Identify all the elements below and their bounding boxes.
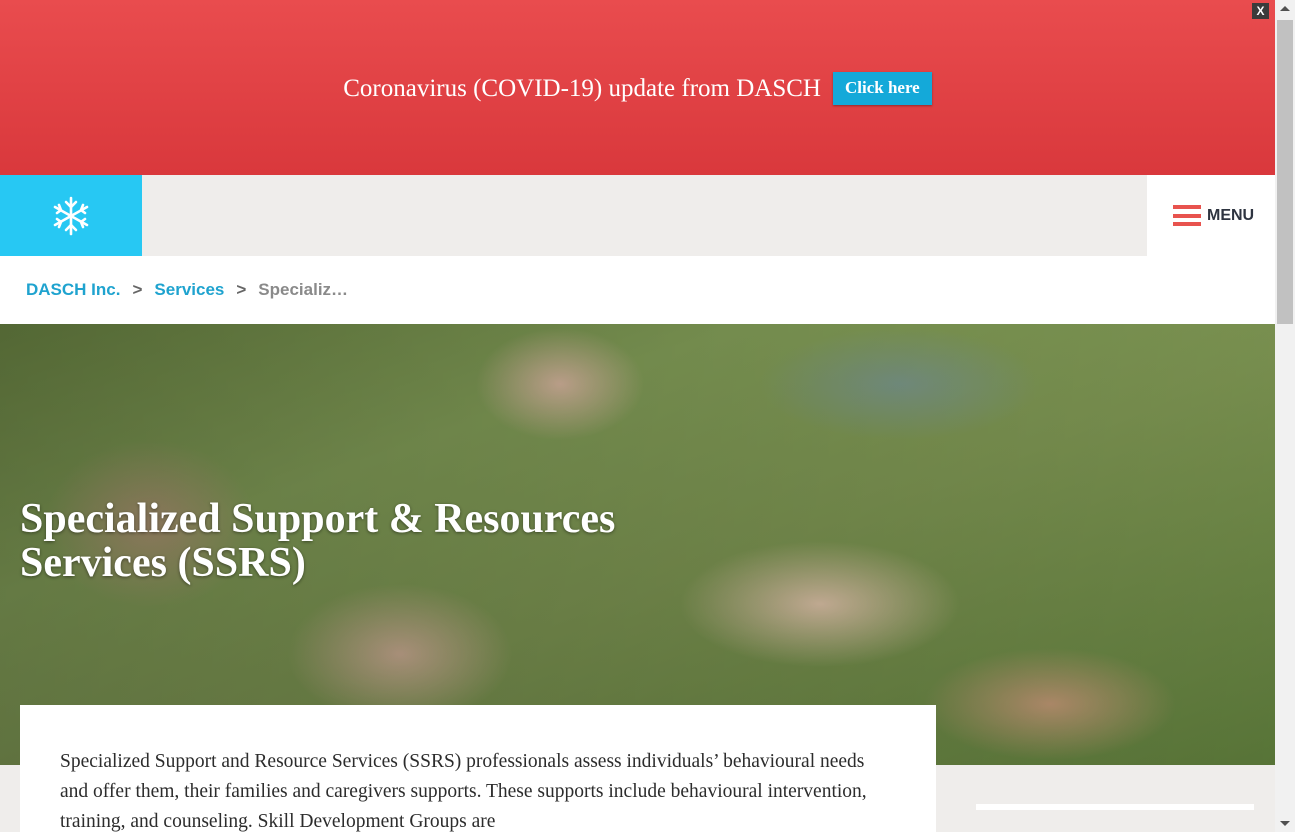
breadcrumb-current: Specializ…: [258, 280, 349, 299]
snowflake-logo-icon: [53, 196, 89, 235]
site-logo[interactable]: [0, 175, 142, 256]
hero-banner-image: Specialized Support & Resources Services…: [0, 324, 1275, 765]
scroll-down-arrow-icon[interactable]: [1275, 815, 1295, 832]
intro-paragraph: Specialized Support and Resource Service…: [60, 751, 867, 832]
covid-banner-text: Coronavirus (COVID-19) update from DASCH: [343, 74, 821, 102]
page-title: Specialized Support & Resources Services…: [20, 496, 616, 586]
breadcrumb-link-home[interactable]: DASCH Inc.: [26, 280, 120, 300]
covid-banner-content: Coronavirus (COVID-19) update from DASCH…: [343, 72, 932, 105]
menu-label: MENU: [1207, 206, 1255, 224]
breadcrumb: DASCH Inc. > Services > Specializ…: [0, 256, 1275, 324]
menu-button[interactable]: MENU: [1147, 175, 1275, 256]
hamburger-icon: [1173, 205, 1201, 226]
breadcrumb-link-services[interactable]: Services: [154, 280, 224, 300]
breadcrumb-separator: >: [236, 280, 247, 299]
scroll-up-arrow-icon[interactable]: [1275, 0, 1295, 17]
intro-card: Specialized Support and Resource Service…: [20, 705, 936, 832]
covid-click-here-button[interactable]: Click here: [832, 72, 932, 105]
page-scrollbar[interactable]: [1275, 0, 1295, 832]
breadcrumb-separator: >: [132, 280, 143, 299]
scrollbar-thumb[interactable]: [1277, 20, 1293, 324]
banner-close-button[interactable]: X: [1252, 3, 1269, 19]
sidebar-panel: [976, 804, 1254, 810]
site-header: MENU: [0, 175, 1275, 256]
covid-banner: Coronavirus (COVID-19) update from DASCH…: [0, 0, 1275, 175]
